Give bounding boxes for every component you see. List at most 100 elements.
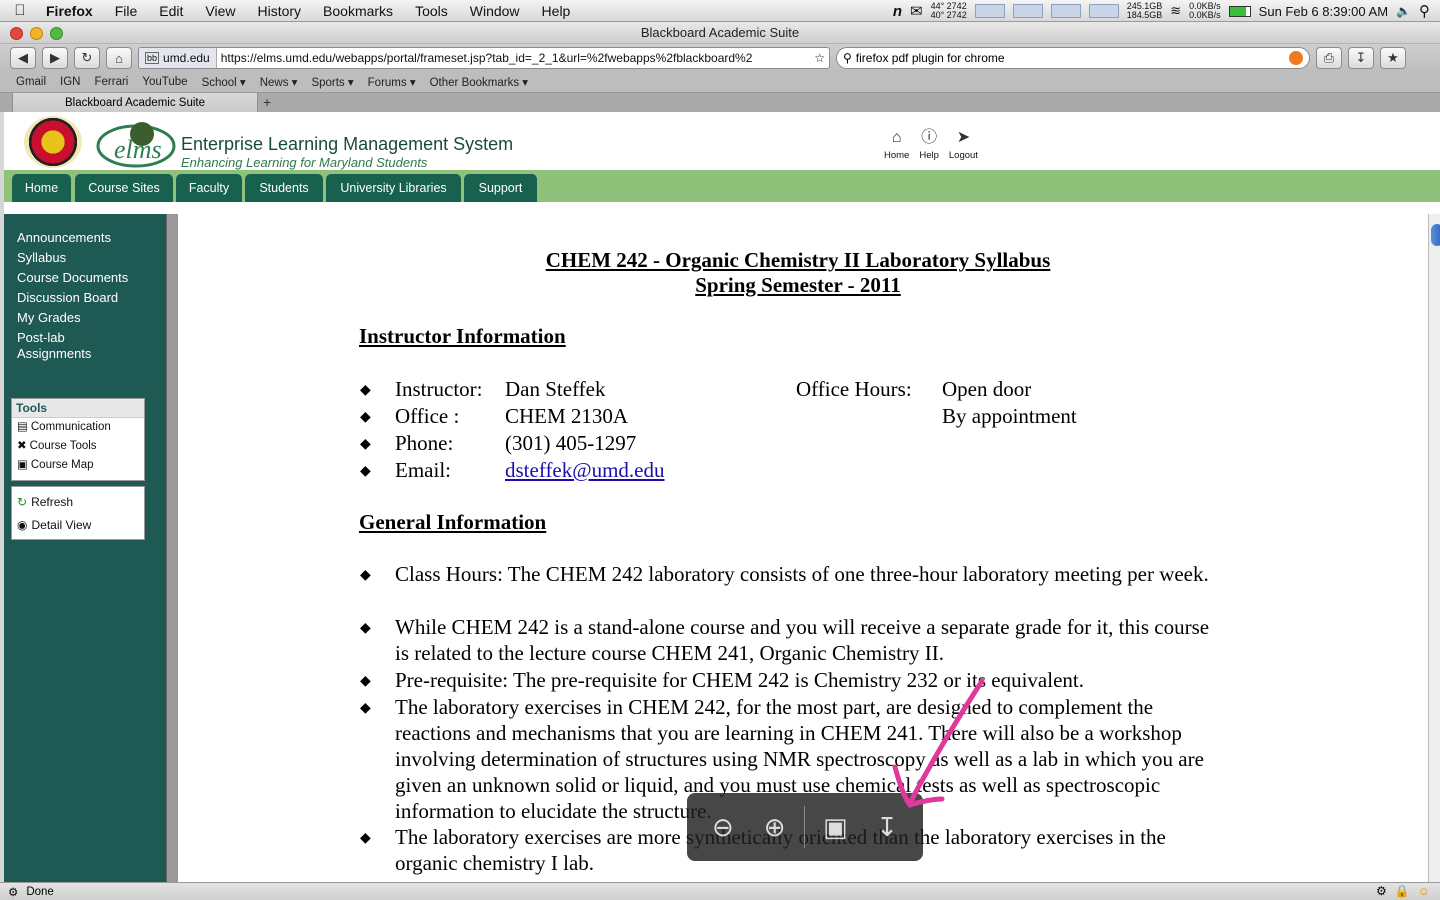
- search-bar[interactable]: ⚲ firefox pdf plugin for chrome: [836, 47, 1310, 69]
- bookmark-forums[interactable]: Forums ▾: [368, 75, 416, 89]
- nav-course-sites[interactable]: Course Sites: [75, 174, 173, 202]
- battery-icon[interactable]: [1228, 5, 1251, 17]
- menu-help[interactable]: Help: [531, 3, 582, 19]
- bookmark-ign[interactable]: IGN: [60, 76, 80, 88]
- email-link[interactable]: dsteffek@umd.edu: [505, 458, 665, 483]
- menu-app[interactable]: Firefox: [40, 3, 104, 19]
- help-icon: ⓘ: [921, 129, 938, 146]
- office-hours-value-2: By appointment: [942, 404, 1077, 428]
- bookmark-button[interactable]: ★: [1380, 47, 1406, 69]
- umd-seal-logo[interactable]: [24, 116, 82, 168]
- vertical-scrollbar[interactable]: [1428, 214, 1440, 882]
- nav-home[interactable]: Home: [12, 174, 71, 202]
- bookmark-youtube[interactable]: YouTube: [142, 76, 187, 88]
- frame-divider[interactable]: [166, 214, 178, 882]
- search-input[interactable]: firefox pdf plugin for chrome: [856, 51, 1285, 65]
- header-home-link[interactable]: ⌂ Home: [884, 128, 909, 161]
- site-identity[interactable]: bb umd.edu: [139, 48, 217, 68]
- mail-icon[interactable]: ✉: [910, 2, 923, 20]
- spotlight-icon[interactable]: ⚲: [1419, 2, 1430, 20]
- menu-file[interactable]: File: [104, 3, 149, 19]
- nav-university-libraries[interactable]: University Libraries: [326, 174, 461, 202]
- bookmark-gmail[interactable]: Gmail: [16, 76, 46, 88]
- url-bar[interactable]: bb umd.edu https://elms.umd.edu/webapps/p…: [138, 47, 830, 69]
- detail-view-link[interactable]: ◉ Detail View: [12, 514, 144, 537]
- bookmark-school[interactable]: School ▾: [202, 75, 246, 89]
- browser-toolbar: ◀ ▶ ↻ ⌂ bb umd.edu https://elms.umd.edu/w…: [0, 44, 1440, 72]
- bookmark-other[interactable]: Other Bookmarks ▾: [430, 75, 528, 89]
- home-icon: ⌂: [891, 129, 902, 146]
- web-page: elms Enterprise Learning Management Syst…: [4, 112, 1440, 882]
- zoom-in-icon[interactable]: ⊕: [753, 805, 797, 849]
- open-in-preview-icon[interactable]: ▣: [813, 805, 857, 849]
- header-logout-link[interactable]: ➤ Logout: [949, 128, 978, 161]
- instructor-name: Dan Steffek: [505, 377, 606, 401]
- bookmark-star-icon[interactable]: ☆: [810, 51, 829, 65]
- tool-communication[interactable]: ▤ Communication: [12, 418, 144, 437]
- sidebar-item-post-lab-assignments[interactable]: Post-lab Assignments: [17, 330, 117, 362]
- search-go-icon[interactable]: [1289, 51, 1303, 65]
- back-button[interactable]: ◀: [10, 47, 36, 69]
- minimize-window-icon[interactable]: [30, 27, 43, 40]
- sidebar-item-announcements[interactable]: Announcements: [17, 228, 166, 248]
- network-readout: 0.0KB/s 0.0KB/s: [1189, 1, 1221, 20]
- apple-icon[interactable]: : [0, 2, 40, 19]
- site-favicon-icon: bb: [145, 52, 160, 64]
- nav-students[interactable]: Students: [245, 174, 323, 202]
- scrollbar-thumb[interactable]: [1431, 224, 1440, 246]
- bullet-icon: ◆: [360, 674, 371, 689]
- notification-icon[interactable]: n: [893, 3, 902, 20]
- menubar-status-area: n ✉ 44° 2742 40° 2742 245.1GB 184.5GB ≋ 0.…: [893, 0, 1440, 22]
- main-nav: Home Course Sites Faculty Students Unive…: [4, 170, 1440, 202]
- new-tab-icon[interactable]: +: [263, 94, 271, 110]
- tab-blackboard[interactable]: Blackboard Academic Suite: [12, 93, 258, 113]
- volume-icon[interactable]: 🔈: [1396, 4, 1411, 18]
- url-text[interactable]: https://elms.umd.edu/webapps/portal/fram…: [217, 51, 811, 65]
- nav-faculty[interactable]: Faculty: [176, 174, 242, 202]
- office-label: Office :: [395, 404, 460, 428]
- menu-view[interactable]: View: [194, 3, 246, 19]
- menu-history[interactable]: History: [246, 3, 312, 19]
- wifi-icon[interactable]: ≋: [1170, 3, 1181, 19]
- sidebar-item-my-grades[interactable]: My Grades: [17, 308, 166, 328]
- sidebar-item-course-documents[interactable]: Course Documents: [17, 268, 166, 288]
- site-header: elms Enterprise Learning Management Syst…: [4, 112, 1440, 170]
- menu-edit[interactable]: Edit: [148, 3, 194, 19]
- bullet-icon: ◆: [360, 831, 371, 846]
- addon-icon[interactable]: ⚙: [1376, 884, 1387, 898]
- search-icon[interactable]: ⚲: [843, 51, 852, 65]
- header-links: ⌂ Home ⓘ Help ➤ Logout: [884, 128, 978, 161]
- bookmark-news[interactable]: News ▾: [260, 75, 298, 89]
- elms-logo[interactable]: elms: [96, 118, 182, 168]
- smiley-icon[interactable]: ☺: [1418, 884, 1430, 898]
- print-button[interactable]: ⎙: [1316, 47, 1342, 69]
- menu-tools[interactable]: Tools: [404, 3, 459, 19]
- reload-button[interactable]: ↻: [74, 47, 100, 69]
- sidebar-item-discussion-board[interactable]: Discussion Board: [17, 288, 166, 308]
- tool-course-map[interactable]: ▣ Course Map: [12, 456, 144, 475]
- lock-icon[interactable]: 🔒: [1395, 884, 1410, 898]
- menu-bookmarks[interactable]: Bookmarks: [312, 3, 404, 19]
- forward-button[interactable]: ▶: [42, 47, 68, 69]
- instructor-heading: Instructor Information: [359, 324, 566, 348]
- tool-course-tools[interactable]: ✖ Course Tools: [12, 437, 144, 456]
- menu-window[interactable]: Window: [459, 3, 531, 19]
- detail-view-icon: ◉: [17, 518, 28, 532]
- bookmark-sports[interactable]: Sports ▾: [311, 75, 353, 89]
- sidebar-item-syllabus[interactable]: Syllabus: [17, 248, 166, 268]
- header-help-link[interactable]: ⓘ Help: [919, 128, 939, 161]
- home-button[interactable]: ⌂: [106, 47, 132, 69]
- nav-support[interactable]: Support: [464, 174, 537, 202]
- zoom-out-icon[interactable]: ⊖: [701, 805, 745, 849]
- memory-meter: [1012, 4, 1043, 18]
- zoom-window-icon[interactable]: [50, 27, 63, 40]
- bullet-icon: ◆: [360, 383, 371, 398]
- download-button[interactable]: ↧: [1348, 47, 1374, 69]
- course-sidebar: Announcements Syllabus Course Documents …: [4, 214, 166, 882]
- bullet-icon: ◆: [360, 437, 371, 452]
- close-window-icon[interactable]: [10, 27, 23, 40]
- bookmark-ferrari[interactable]: Ferrari: [94, 76, 128, 88]
- refresh-link[interactable]: ↻ Refresh: [12, 491, 144, 514]
- clock[interactable]: Sun Feb 6 8:39:00 AM: [1259, 4, 1388, 19]
- instructor-label: Instructor:: [395, 377, 483, 401]
